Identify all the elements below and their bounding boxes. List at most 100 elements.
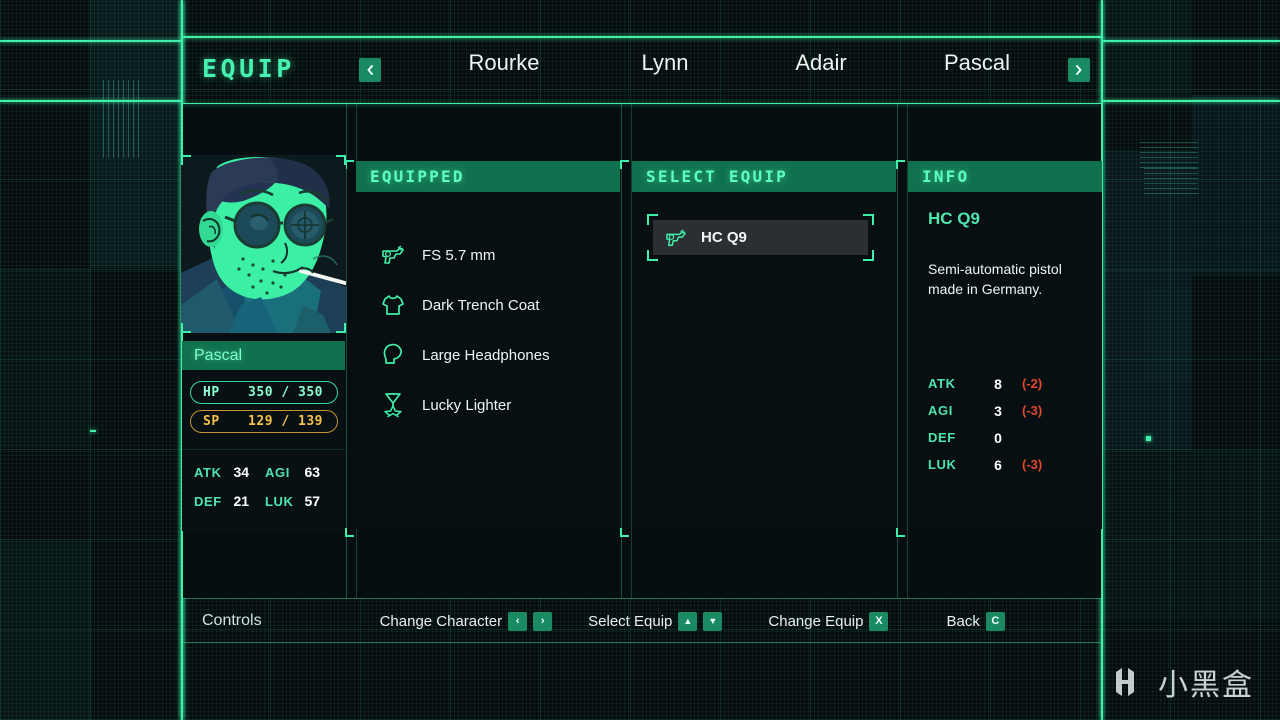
control-label: Change Equip	[768, 613, 863, 630]
divider	[183, 598, 1101, 599]
pistol-icon	[661, 228, 691, 248]
equipped-item-weapon[interactable]: FS 5.7 mm	[378, 238, 495, 272]
character-tab-rourke[interactable]: Rourke	[411, 50, 597, 76]
corner-tick	[345, 528, 354, 537]
corner-tick	[181, 323, 191, 333]
stat-row: ATK 34 AGI 63	[194, 464, 336, 480]
equipped-panel-body: FS 5.7 mm Dark Trench Coat Large Headpho…	[356, 192, 620, 529]
pistol-icon	[378, 240, 408, 270]
info-stat-row: LUK 6 (-3)	[928, 451, 1093, 478]
info-stat-modifier: (-3)	[1022, 457, 1042, 472]
character-stat-grid: ATK 34 AGI 63 DEF 21 LUK 57	[194, 464, 336, 522]
equipped-item-label: Large Headphones	[422, 347, 550, 364]
control-select-equip[interactable]: Select Equip ▲ ▼	[588, 612, 722, 631]
info-panel: INFO HC Q9 Semi-automatic pistol made in…	[908, 161, 1102, 529]
page-title: EQUIP	[202, 54, 295, 83]
info-item-description: Semi-automatic pistol made in Germany.	[928, 259, 1088, 299]
info-stat-value: 0	[974, 430, 1022, 446]
equipped-item-head[interactable]: Large Headphones	[378, 338, 550, 372]
accent-line	[0, 100, 181, 102]
select-equip-panel-body: HC Q9	[632, 192, 896, 529]
head-icon	[378, 340, 408, 370]
equipped-item-accessory[interactable]: Lucky Lighter	[378, 388, 511, 422]
info-stat-row: AGI 3 (-3)	[928, 397, 1093, 424]
info-stat-value: 6	[974, 457, 1022, 473]
info-panel-body: HC Q9 Semi-automatic pistol made in Germ…	[908, 192, 1102, 529]
header-bar: EQUIP Rourke Lynn Adair Pascal	[181, 36, 1102, 104]
key-up[interactable]: ▲	[678, 612, 697, 631]
character-tab-label: Lynn	[642, 50, 689, 75]
selection-bracket	[647, 214, 658, 225]
corner-tick	[336, 323, 346, 333]
corner-tick	[345, 160, 354, 169]
character-tab-pascal[interactable]: Pascal	[871, 50, 1083, 76]
info-stat-value: 8	[974, 376, 1022, 392]
stat-key: LUK	[265, 494, 304, 509]
control-label: Back	[946, 613, 979, 630]
sp-value: 129 / 139	[248, 414, 323, 429]
info-stat-row: ATK 8 (-2)	[928, 370, 1093, 397]
stat-value: 57	[304, 493, 336, 509]
character-stats-body: HP 350 / 350 SP 129 / 139 ATK 34 AGI 63 …	[182, 370, 345, 531]
select-equip-panel-header: SELECT EQUIP	[632, 161, 896, 192]
equipped-item-armor[interactable]: Dark Trench Coat	[378, 288, 540, 322]
stat-row: DEF 21 LUK 57	[194, 493, 336, 509]
box-logo-icon	[1112, 664, 1148, 700]
divider	[346, 104, 347, 598]
key-left[interactable]: ‹	[508, 612, 527, 631]
sp-bar: SP 129 / 139	[190, 410, 338, 433]
select-equip-item-label: HC Q9	[701, 229, 747, 246]
divider	[183, 642, 1101, 643]
stat-value: 21	[233, 493, 265, 509]
hatch-decoration	[1144, 168, 1198, 194]
watermark-text: 小黑盒	[1158, 660, 1254, 704]
equipped-panel-header: EQUIPPED	[356, 161, 620, 192]
select-equip-item[interactable]: HC Q9	[653, 220, 868, 255]
selection-bracket	[647, 250, 658, 261]
key-c[interactable]: C	[986, 612, 1005, 631]
character-portrait	[181, 155, 346, 333]
portrait-artwork	[181, 155, 346, 333]
stat-value: 34	[233, 464, 265, 480]
control-change-character[interactable]: Change Character ‹ ›	[380, 612, 553, 631]
accent-dot	[1146, 436, 1151, 441]
corner-tick	[336, 155, 346, 165]
selection-bracket	[863, 250, 874, 261]
header-top-line	[181, 36, 1102, 38]
character-stats-card: Pascal HP 350 / 350 SP 129 / 139 ATK 34 …	[182, 341, 345, 531]
character-tab-label: Adair	[795, 50, 846, 75]
prev-character-button[interactable]	[359, 58, 381, 82]
hatch-decoration	[103, 80, 143, 158]
control-back[interactable]: Back C	[946, 612, 1004, 631]
info-stat-list: ATK 8 (-2) AGI 3 (-3) DEF 0 LUK 6 (-3)	[928, 370, 1093, 478]
corner-tick	[896, 160, 905, 169]
key-down[interactable]: ▼	[703, 612, 722, 631]
key-x[interactable]: X	[869, 612, 888, 631]
corner-tick	[181, 155, 191, 165]
hp-label: HP	[191, 385, 220, 400]
info-stat-value: 3	[974, 403, 1022, 419]
hatch-decoration	[1140, 140, 1198, 168]
key-right[interactable]: ›	[533, 612, 552, 631]
equipped-panel: EQUIPPED FS 5.7 mm Dark Trench Coat	[356, 161, 620, 529]
info-stat-modifier: (-2)	[1022, 376, 1042, 391]
equipped-item-label: FS 5.7 mm	[422, 247, 495, 264]
controls-bar: Controls Change Character ‹ › Select Equ…	[181, 600, 1102, 642]
hp-bar: HP 350 / 350	[190, 381, 338, 404]
stat-key: AGI	[265, 465, 304, 480]
stat-key: ATK	[194, 465, 233, 480]
control-label: Select Equip	[588, 613, 672, 630]
accent-dot	[90, 430, 96, 432]
info-stat-key: LUK	[928, 457, 974, 472]
equipped-item-label: Lucky Lighter	[422, 397, 511, 414]
equipped-item-label: Dark Trench Coat	[422, 297, 540, 314]
character-tab-label: Rourke	[469, 50, 540, 75]
info-stat-row: DEF 0	[928, 424, 1093, 451]
star-icon	[378, 390, 408, 420]
select-equip-panel: SELECT EQUIP HC Q9	[632, 161, 896, 529]
equipped-panel-title: EQUIPPED	[356, 167, 465, 186]
info-stat-key: ATK	[928, 376, 974, 391]
character-tab-label: Pascal	[944, 50, 1010, 75]
corner-tick	[896, 528, 905, 537]
control-change-equip[interactable]: Change Equip X	[768, 612, 888, 631]
